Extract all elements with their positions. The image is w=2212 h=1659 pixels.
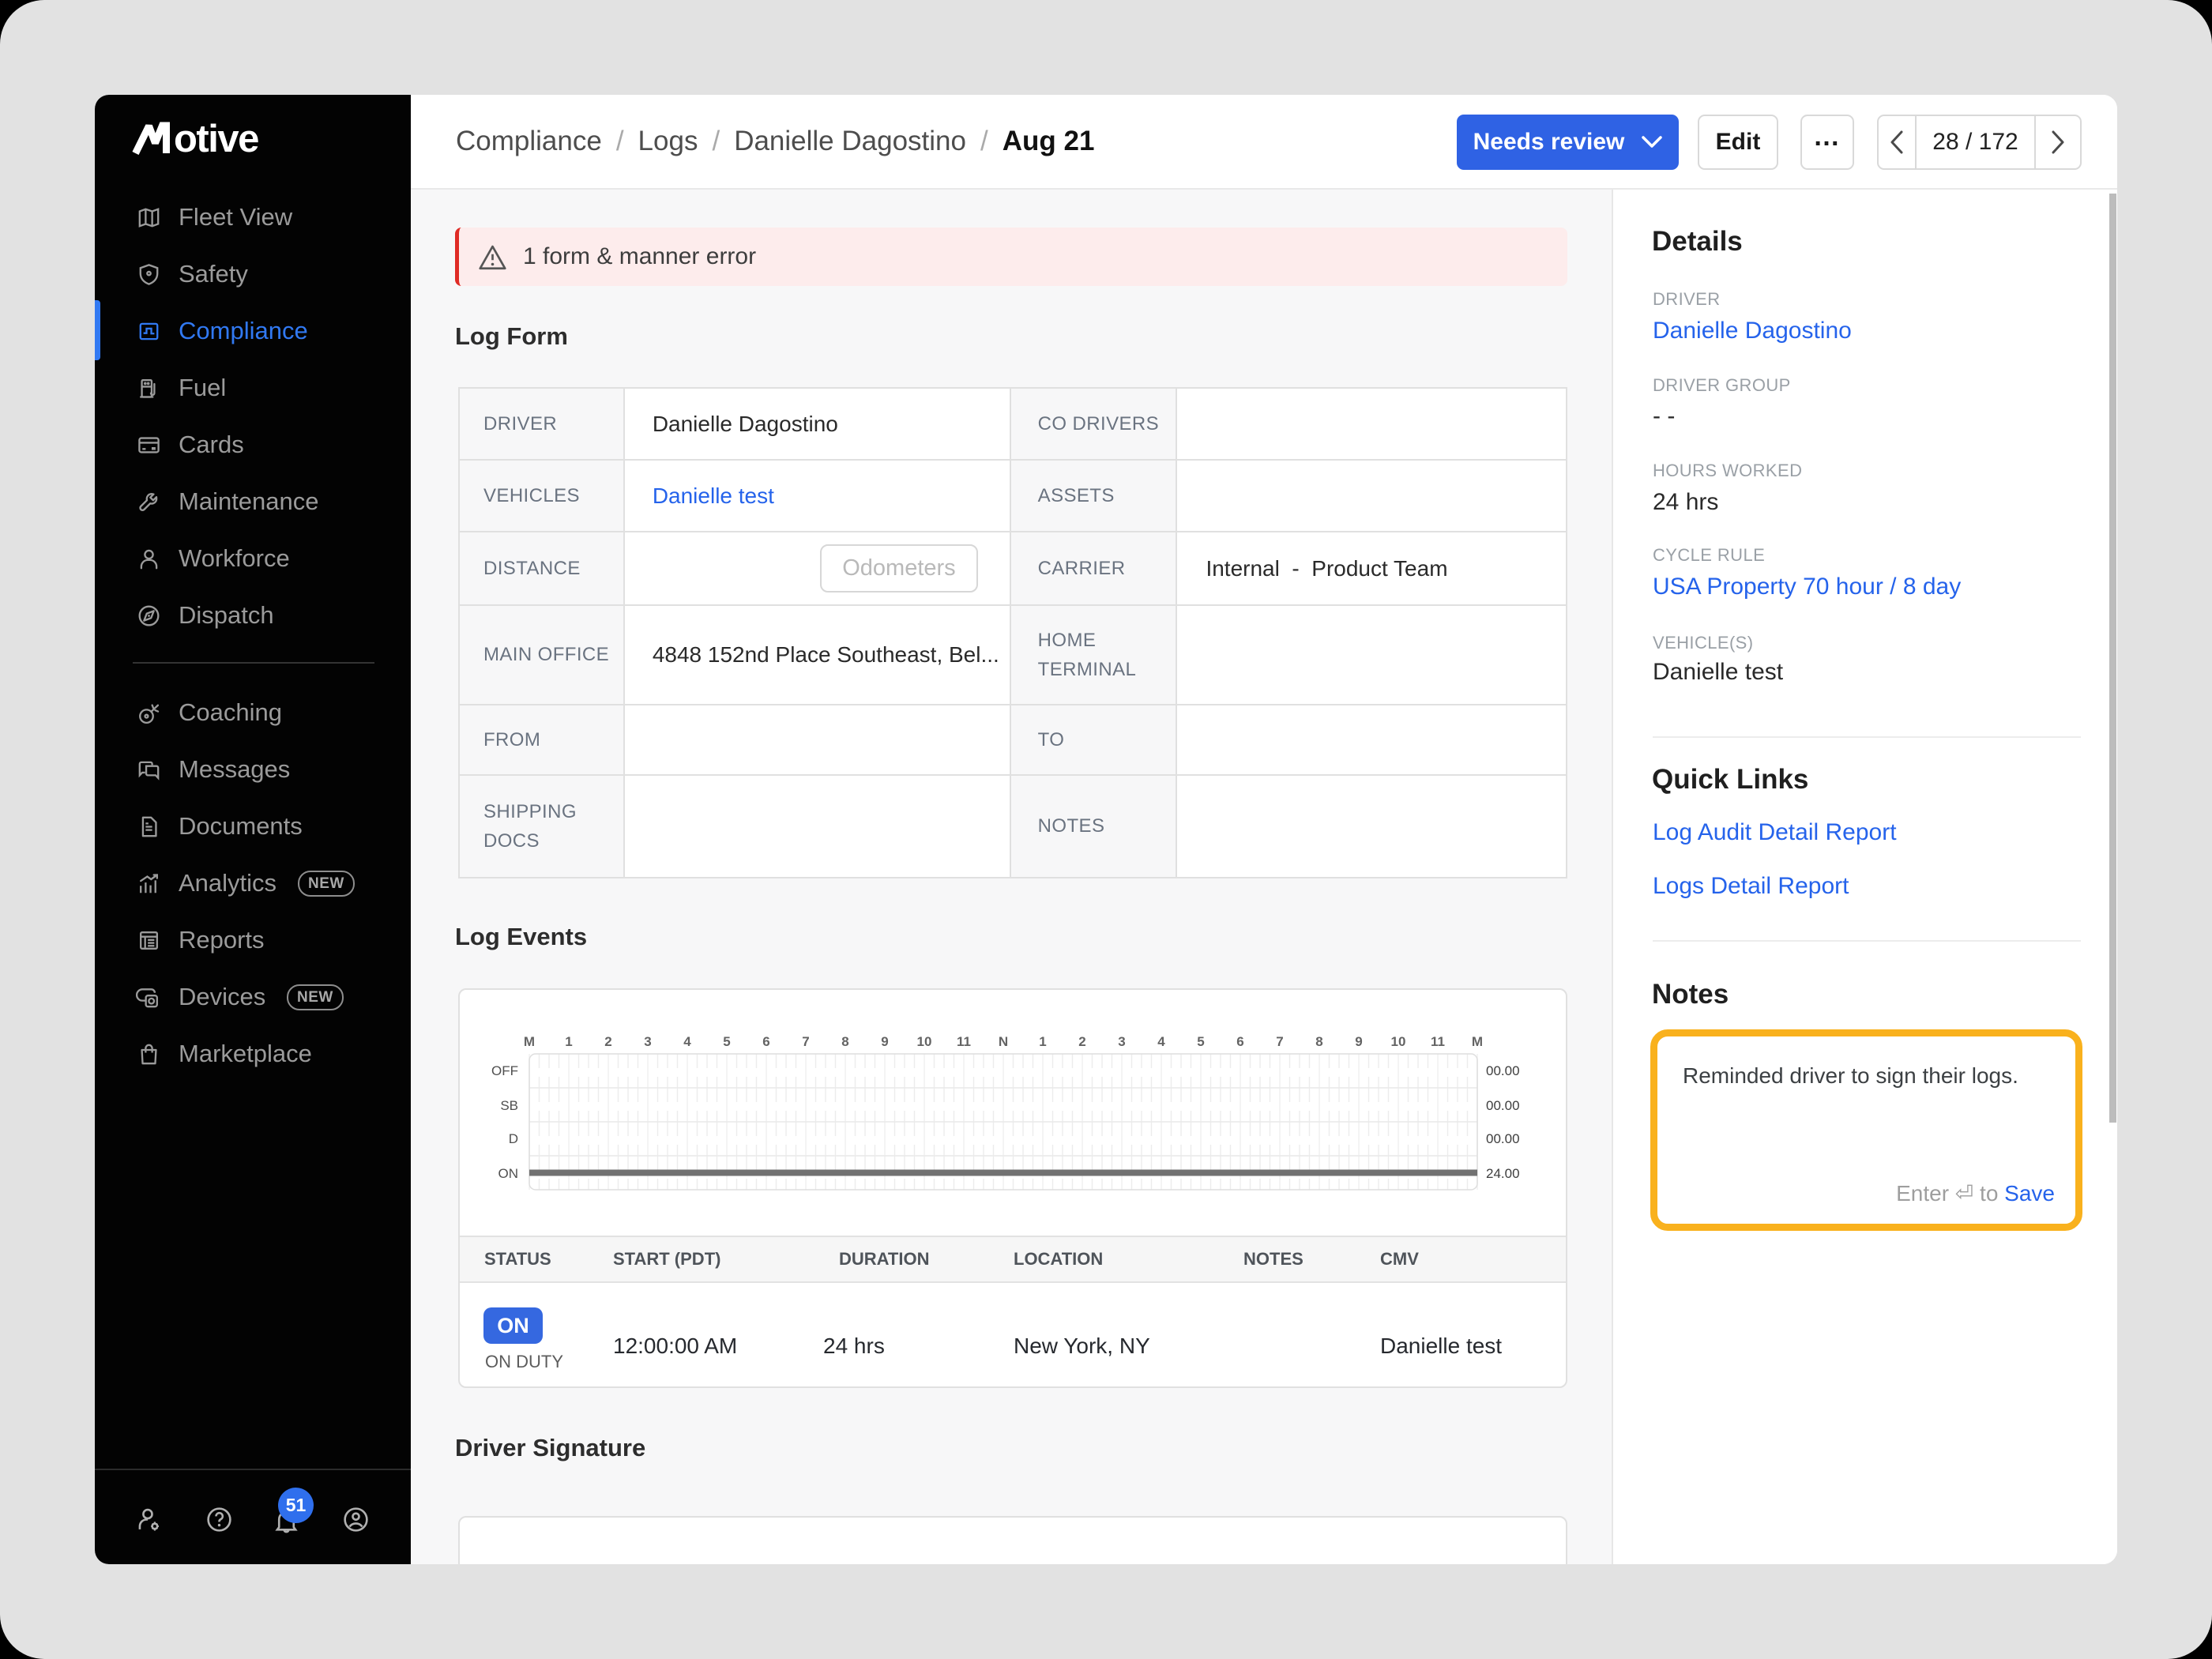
svg-text:1: 1 <box>1039 1034 1046 1049</box>
svg-text:9: 9 <box>1355 1034 1362 1049</box>
svg-text:7: 7 <box>1276 1034 1283 1049</box>
svg-text:5: 5 <box>723 1034 730 1049</box>
svg-text:24.00: 24.00 <box>1486 1166 1520 1181</box>
svg-text:00.00: 00.00 <box>1486 1131 1520 1146</box>
svg-text:1: 1 <box>565 1034 572 1049</box>
svg-text:N: N <box>999 1034 1008 1049</box>
svg-text:SB: SB <box>500 1098 518 1113</box>
svg-text:10: 10 <box>1391 1034 1406 1049</box>
svg-text:00.00: 00.00 <box>1486 1098 1520 1113</box>
svg-text:ON: ON <box>498 1166 519 1181</box>
svg-text:otive: otive <box>174 118 258 160</box>
svg-text:4: 4 <box>683 1034 691 1049</box>
svg-text:8: 8 <box>1315 1034 1322 1049</box>
svg-text:M: M <box>524 1034 535 1049</box>
svg-text:M: M <box>1472 1034 1483 1049</box>
svg-text:10: 10 <box>917 1034 932 1049</box>
svg-text:D: D <box>509 1131 518 1146</box>
svg-text:6: 6 <box>762 1034 769 1049</box>
svg-text:8: 8 <box>841 1034 848 1049</box>
svg-text:5: 5 <box>1197 1034 1204 1049</box>
svg-text:11: 11 <box>957 1034 971 1049</box>
svg-text:11: 11 <box>1431 1034 1445 1049</box>
svg-text:6: 6 <box>1236 1034 1243 1049</box>
svg-text:4: 4 <box>1157 1034 1165 1049</box>
svg-text:7: 7 <box>802 1034 809 1049</box>
svg-text:3: 3 <box>644 1034 651 1049</box>
svg-text:OFF: OFF <box>491 1063 518 1078</box>
svg-text:00.00: 00.00 <box>1486 1063 1520 1078</box>
svg-text:2: 2 <box>604 1034 611 1049</box>
svg-text:9: 9 <box>881 1034 888 1049</box>
svg-text:3: 3 <box>1118 1034 1125 1049</box>
svg-text:2: 2 <box>1078 1034 1085 1049</box>
